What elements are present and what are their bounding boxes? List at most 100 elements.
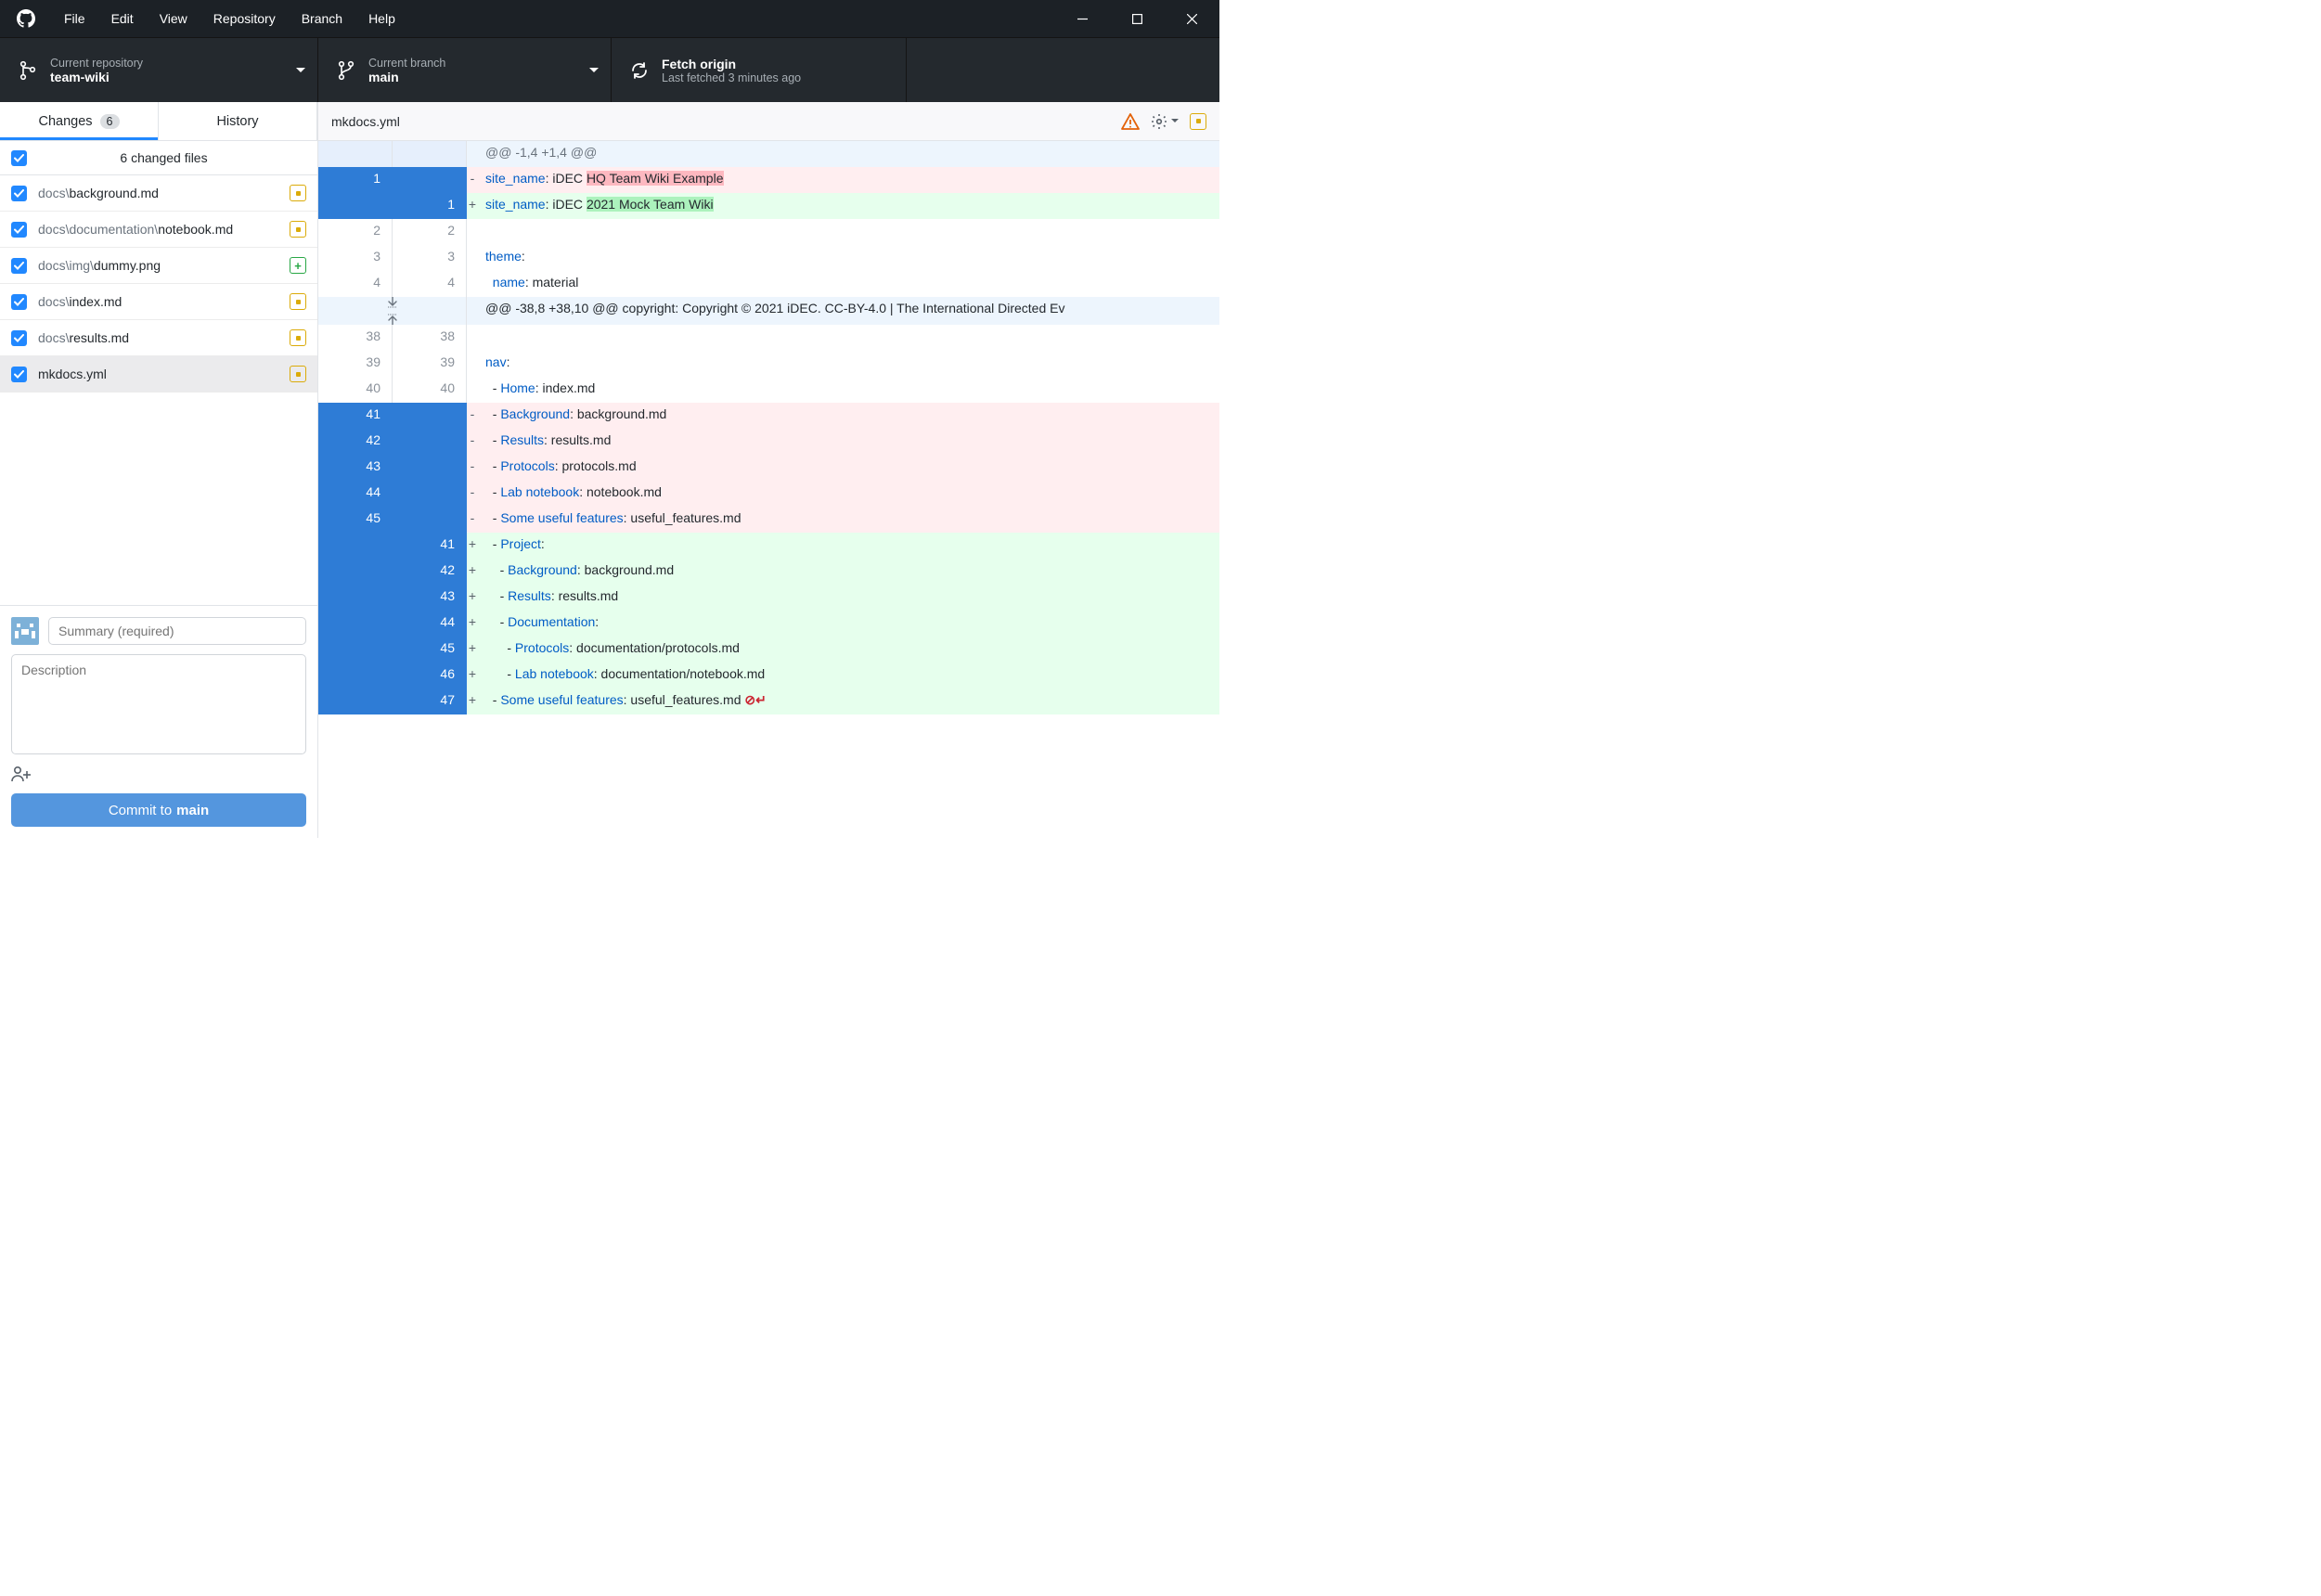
diff-row: 45- - Some useful features: useful_featu… xyxy=(318,507,1219,533)
changes-header: 6 changed files xyxy=(0,141,317,175)
file-name: mkdocs.yml xyxy=(38,367,278,381)
toolbar: Current repository team-wiki Current bra… xyxy=(0,37,1219,102)
file-row[interactable]: docs\results.md xyxy=(0,320,317,356)
description-input[interactable] xyxy=(11,654,306,754)
diff-row: 1-site_name: iDEC HQ Team Wiki Example xyxy=(318,167,1219,193)
file-row[interactable]: docs\img\dummy.png + xyxy=(0,248,317,284)
select-all-checkbox[interactable] xyxy=(11,150,27,166)
menu-repository[interactable]: Repository xyxy=(200,0,289,37)
file-name: docs\img\dummy.png xyxy=(38,258,278,273)
file-row[interactable]: docs\documentation\notebook.md xyxy=(0,212,317,248)
diff-row: 44- - Lab notebook: notebook.md xyxy=(318,481,1219,507)
file-list: docs\background.md docs\documentation\not… xyxy=(0,175,317,605)
repo-selector[interactable]: Current repository team-wiki xyxy=(0,38,318,102)
warning-icon[interactable] xyxy=(1121,113,1140,130)
diff-row: 3939nav: xyxy=(318,351,1219,377)
commit-button-prefix: Commit to xyxy=(109,803,172,818)
diff-row: 33theme: xyxy=(318,245,1219,271)
diff-row: 47+ - Some useful features: useful_featu… xyxy=(318,689,1219,714)
sync-icon xyxy=(626,61,652,80)
diff-row: @@ -1,4 +1,4 @@ xyxy=(318,141,1219,167)
file-name: docs\background.md xyxy=(38,186,278,200)
menu-edit[interactable]: Edit xyxy=(98,0,147,37)
avatar xyxy=(11,617,39,645)
menu-view[interactable]: View xyxy=(147,0,200,37)
file-bar: mkdocs.yml xyxy=(318,102,1219,141)
diff-row: 41- - Background: background.md xyxy=(318,403,1219,429)
tab-changes-label: Changes xyxy=(39,114,93,129)
repo-label: Current repository xyxy=(50,57,284,70)
summary-input[interactable] xyxy=(48,617,306,645)
diff-row: 45+ - Protocols: documentation/protocols… xyxy=(318,637,1219,663)
fetch-button[interactable]: Fetch origin Last fetched 3 minutes ago xyxy=(612,38,907,102)
added-icon: + xyxy=(290,257,306,274)
branch-icon xyxy=(333,60,359,81)
branch-label: Current branch xyxy=(368,57,577,70)
fetch-value: Last fetched 3 minutes ago xyxy=(662,71,906,84)
tab-history-label: History xyxy=(216,114,258,129)
add-coauthor-button[interactable] xyxy=(11,764,306,784)
no-newline-icon: ⊘↵ xyxy=(744,692,766,707)
file-checkbox[interactable] xyxy=(11,330,27,346)
diff-row: 42- - Results: results.md xyxy=(318,429,1219,455)
diff-row: 43- - Protocols: protocols.md xyxy=(318,455,1219,481)
commit-button-branch: main xyxy=(176,803,209,818)
expand-down-icon[interactable] xyxy=(387,297,398,308)
repo-icon xyxy=(15,60,41,81)
commit-form: Commit to main xyxy=(0,605,317,838)
chevron-down-icon xyxy=(577,68,611,73)
diff-row: 22 xyxy=(318,219,1219,245)
file-name: docs\index.md xyxy=(38,294,278,309)
diff-row: 44+ - Documentation: xyxy=(318,611,1219,637)
diff-row: 42+ - Background: background.md xyxy=(318,559,1219,585)
diff-row: @@ -38,8 +38,10 @@ copyright: Copyright … xyxy=(318,297,1219,325)
diff-row: 41+ - Project: xyxy=(318,533,1219,559)
window-controls xyxy=(1055,0,1219,37)
file-checkbox[interactable] xyxy=(11,367,27,382)
expand-up-icon[interactable] xyxy=(387,314,398,325)
file-checkbox[interactable] xyxy=(11,222,27,238)
file-status-icon xyxy=(1190,113,1206,130)
commit-button[interactable]: Commit to main xyxy=(11,793,306,827)
file-checkbox[interactable] xyxy=(11,258,27,274)
fetch-label: Fetch origin xyxy=(662,57,906,71)
modified-icon xyxy=(290,329,306,346)
diff-view[interactable]: @@ -1,4 +1,4 @@1-site_name: iDEC HQ Team… xyxy=(318,141,1219,838)
branch-value: main xyxy=(368,70,577,84)
file-checkbox[interactable] xyxy=(11,294,27,310)
diff-row: 44 name: material xyxy=(318,271,1219,297)
modified-icon xyxy=(290,185,306,201)
branch-selector[interactable]: Current branch main xyxy=(318,38,612,102)
menu-bar: FileEditViewRepositoryBranchHelp xyxy=(51,0,408,37)
open-file-name: mkdocs.yml xyxy=(331,114,1121,129)
file-name: docs\documentation\notebook.md xyxy=(38,222,278,237)
maximize-button[interactable] xyxy=(1110,0,1165,37)
github-logo-icon xyxy=(0,9,51,28)
modified-icon xyxy=(290,366,306,382)
titlebar: FileEditViewRepositoryBranchHelp xyxy=(0,0,1219,37)
menu-help[interactable]: Help xyxy=(355,0,408,37)
tab-history[interactable]: History xyxy=(159,102,317,140)
file-row[interactable]: docs\background.md xyxy=(0,175,317,212)
repo-value: team-wiki xyxy=(50,70,284,84)
file-row[interactable]: mkdocs.yml xyxy=(0,356,317,393)
file-checkbox[interactable] xyxy=(11,186,27,201)
tab-changes[interactable]: Changes 6 xyxy=(0,102,159,140)
diff-row: 1+site_name: iDEC 2021 Mock Team Wiki xyxy=(318,193,1219,219)
menu-branch[interactable]: Branch xyxy=(289,0,355,37)
settings-button[interactable] xyxy=(1151,113,1179,130)
sidebar: Changes 6 History 6 changed files docs\b… xyxy=(0,102,318,838)
diff-row: 4040 - Home: index.md xyxy=(318,377,1219,403)
diff-row: 3838 xyxy=(318,325,1219,351)
changes-count-label: 6 changed files xyxy=(38,150,306,165)
chevron-down-icon xyxy=(284,68,317,73)
menu-file[interactable]: File xyxy=(51,0,98,37)
file-name: docs\results.md xyxy=(38,330,278,345)
diff-row: 46+ - Lab notebook: documentation/notebo… xyxy=(318,663,1219,689)
minimize-button[interactable] xyxy=(1055,0,1110,37)
diff-row: 43+ - Results: results.md xyxy=(318,585,1219,611)
file-row[interactable]: docs\index.md xyxy=(0,284,317,320)
modified-icon xyxy=(290,293,306,310)
modified-icon xyxy=(290,221,306,238)
close-button[interactable] xyxy=(1165,0,1219,37)
